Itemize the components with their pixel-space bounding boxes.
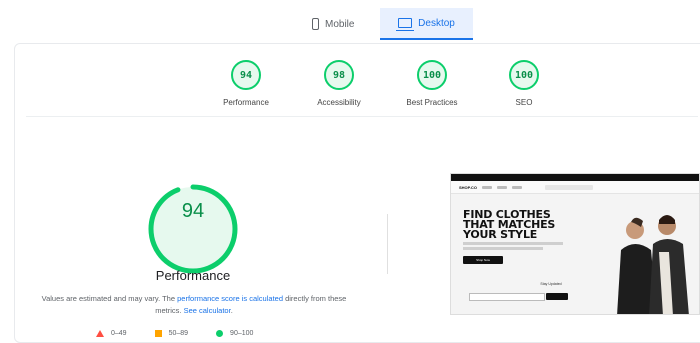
screenshot-nav: SHOP.CO <box>451 181 699 194</box>
note-text: . <box>230 306 233 315</box>
performance-score: 94 <box>181 200 205 222</box>
screenshot-email-field <box>469 293 545 301</box>
legend-range: 0–49 <box>111 330 127 337</box>
gauge-accessibility[interactable]: 98 Accessibility <box>304 60 374 107</box>
desktop-icon <box>396 18 415 31</box>
gauge-label: Best Practices <box>406 98 458 107</box>
section-divider <box>26 116 698 117</box>
gauge-best-practices[interactable]: 100 Best Practices <box>397 60 467 107</box>
screenshot-subtext <box>463 247 543 250</box>
models-image <box>617 215 689 314</box>
gauge-score: 100 <box>417 60 447 90</box>
phone-icon <box>312 18 319 30</box>
tab-desktop-label: Desktop <box>418 17 455 29</box>
gauge-performance[interactable]: 94 Performance <box>211 60 281 107</box>
nav-placeholder <box>511 185 522 189</box>
screenshot-topbar <box>451 174 699 181</box>
screenshot-subtext <box>463 242 563 245</box>
triangle-icon <box>96 330 104 337</box>
nav-placeholder <box>481 185 492 189</box>
page-screenshot: SHOP.CO FIND CLOTHES THAT MATCHES YOUR S… <box>450 173 700 315</box>
tab-desktop[interactable]: Desktop <box>380 8 473 40</box>
legend-fail: 0–49 <box>96 330 127 337</box>
tab-mobile-label: Mobile <box>325 18 355 30</box>
gauge-label: SEO <box>515 98 533 107</box>
square-icon <box>154 330 162 337</box>
tab-mobile[interactable]: Mobile <box>306 8 360 40</box>
screenshot-brand: SHOP.CO <box>459 184 477 190</box>
device-tabs: Mobile Desktop <box>0 8 700 42</box>
circle-icon <box>216 330 224 337</box>
screenshot-headline: FIND CLOTHES THAT MATCHES YOUR STYLE <box>463 209 555 241</box>
gauge-score: 94 <box>231 60 261 90</box>
legend-average: 50–89 <box>154 330 189 337</box>
see-calculator-link[interactable]: See calculator <box>184 306 231 315</box>
score-legend: 0–49 50–89 90–100 <box>96 330 253 337</box>
screenshot-subscribe-button <box>546 293 568 300</box>
gauge-score: 100 <box>509 60 539 90</box>
gauge-label: Performance <box>223 98 269 107</box>
screenshot-search <box>544 184 593 190</box>
headline-line: YOUR STYLE <box>463 228 538 241</box>
gauge-label: Accessibility <box>317 98 361 107</box>
vertical-divider <box>387 214 388 274</box>
score-calculated-link[interactable]: performance score is calculated <box>177 294 283 303</box>
nav-placeholder <box>496 185 507 189</box>
screenshot-signup: Stay Updated <box>540 282 562 286</box>
legend-range: 50–89 <box>168 330 189 337</box>
legend-range: 90–100 <box>230 330 254 337</box>
screenshot-cta: Shop Now <box>463 256 503 264</box>
gauge-score: 98 <box>324 60 354 90</box>
performance-title: Performance <box>155 268 231 283</box>
note-text: Values are estimated and may vary. The <box>41 294 178 303</box>
legend-pass: 90–100 <box>216 330 253 337</box>
gauge-seo[interactable]: 100 SEO <box>489 60 559 107</box>
performance-note: Values are estimated and may vary. The p… <box>40 293 348 317</box>
